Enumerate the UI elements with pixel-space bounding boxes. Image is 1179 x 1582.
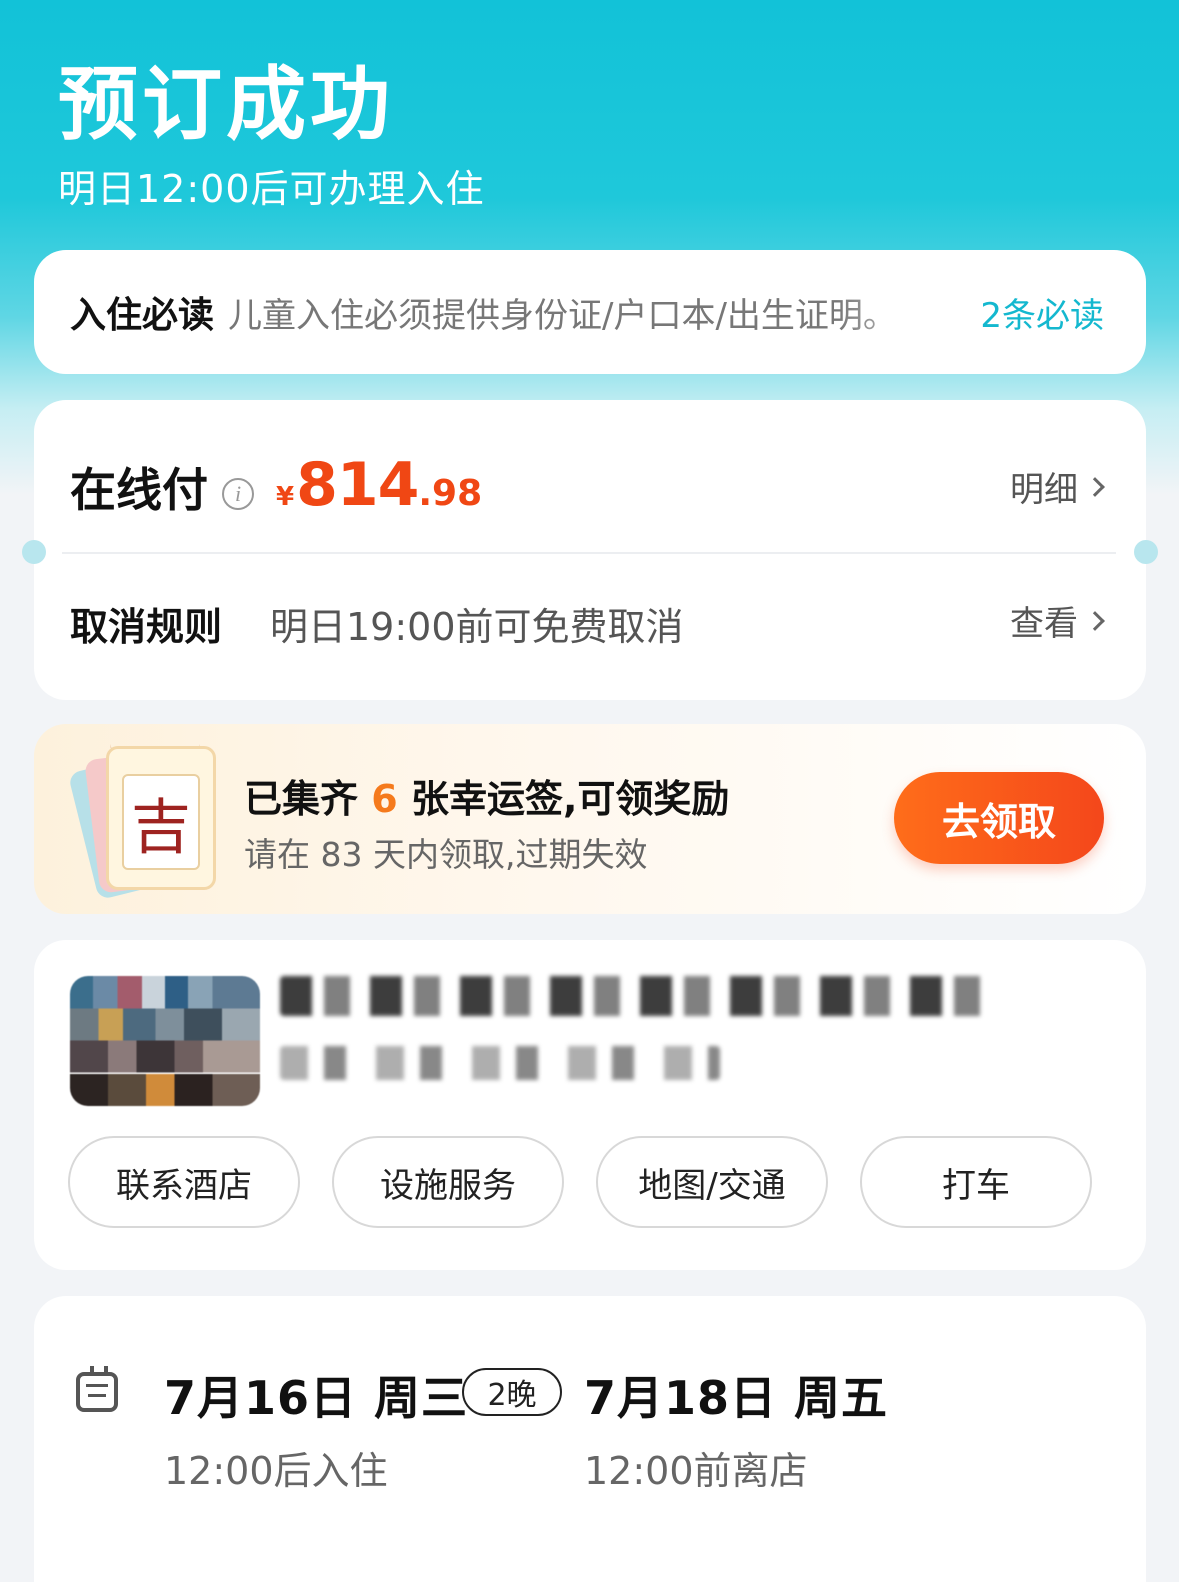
price-integer: 814 [296, 450, 419, 520]
checkin-time: 12:00后入住 [164, 1449, 388, 1493]
facilities-button[interactable]: 设施服务 [332, 1136, 564, 1228]
checkout-date: 7月18日 周五 [584, 1371, 889, 1425]
currency-symbol: ¥ [276, 482, 295, 512]
cancel-view-link[interactable]: 查看 [1010, 596, 1105, 645]
notice-text: 儿童入住必须提供身份证/户口本/出生证明。 [228, 295, 897, 336]
info-icon[interactable]: i [222, 478, 254, 510]
lucky-title-suffix: 张幸运签,可领奖励 [410, 777, 730, 821]
cancel-view-label: 查看 [1010, 604, 1078, 644]
chevron-right-icon [1085, 476, 1105, 497]
payment-card: 在线付 i ¥ 814 .98 明细 取消规则 明日19:00前可免费取消 查看 [22, 400, 1158, 700]
page-title: 预订成功 [58, 58, 394, 151]
checkout-time: 12:00前离店 [584, 1449, 808, 1493]
ticket-notch-right [1134, 540, 1158, 564]
lucky-subtitle: 请在 83 天内领取,过期失效 [244, 835, 648, 874]
hotel-actions: 联系酒店 设施服务 地图/交通 打车 [68, 1136, 1092, 1228]
price: ¥ 814 .98 [276, 450, 482, 520]
lucky-count: 6 [371, 777, 398, 821]
payment-label: 在线付 [70, 463, 208, 517]
notice-label: 入住必读 [70, 295, 215, 336]
ticket-notch-left [22, 540, 46, 564]
payment-row: 在线付 i ¥ 814 .98 [70, 450, 482, 520]
divider [62, 552, 1116, 554]
tag-character: 吉 [122, 774, 200, 870]
stay-dates-card: 7月16日 周三 2晚 7月18日 周五 12:00后入住 12:00前离店 [34, 1296, 1146, 1582]
checkin-date: 7月16日 周三 [164, 1371, 469, 1425]
nights-badge: 2晚 [462, 1368, 562, 1416]
contact-hotel-button[interactable]: 联系酒店 [68, 1136, 300, 1228]
hotel-thumbnail[interactable] [70, 976, 260, 1106]
detail-link-label: 明细 [1010, 470, 1078, 510]
claim-button[interactable]: 去领取 [894, 772, 1104, 864]
chevron-right-icon [1085, 610, 1105, 631]
lucky-tag-icon: 吉 [67, 724, 230, 914]
detail-link[interactable]: 明细 [1010, 462, 1105, 511]
hotel-name-redacted[interactable] [280, 976, 1000, 1016]
cancel-rule-text: 明日19:00前可免费取消 [270, 605, 684, 649]
taxi-button[interactable]: 打车 [860, 1136, 1092, 1228]
price-decimal: .98 [418, 473, 483, 514]
map-transport-button[interactable]: 地图/交通 [596, 1136, 828, 1228]
lucky-title-prefix: 已集齐 [244, 777, 359, 821]
hotel-card: 联系酒店 设施服务 地图/交通 打车 [34, 940, 1146, 1270]
calendar-icon [76, 1366, 118, 1412]
notice-link[interactable]: 2条必读 [980, 288, 1104, 337]
cancel-rule-label: 取消规则 [70, 605, 223, 649]
lucky-title: 已集齐 6 张幸运签,可领奖励 [244, 768, 729, 823]
checkin-notice-card[interactable]: 入住必读 儿童入住必须提供身份证/户口本/出生证明。 2条必读 [34, 250, 1146, 374]
hotel-address-redacted [280, 1046, 720, 1080]
page-subtitle: 明日12:00后可办理入住 [58, 167, 485, 211]
lucky-tag-card: 吉 已集齐 6 张幸运签,可领奖励 请在 83 天内领取,过期失效 去领取 [34, 724, 1146, 914]
